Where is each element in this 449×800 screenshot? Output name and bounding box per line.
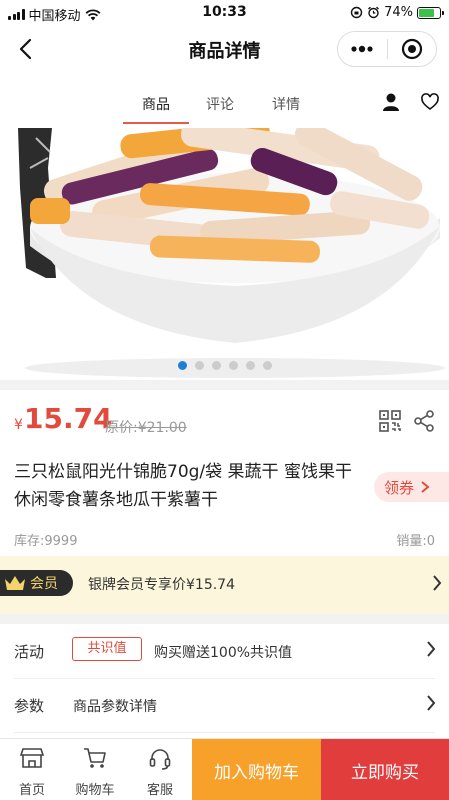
battery-percent: 74% xyxy=(384,5,413,20)
price-row: ¥ 15.74 原价:¥21.00 xyxy=(0,400,449,444)
heart-icon[interactable] xyxy=(420,92,440,112)
member-badge: 会员 xyxy=(0,570,73,596)
section-divider xyxy=(0,380,449,390)
original-price: 原价:¥21.00 xyxy=(105,420,187,436)
member-price-banner[interactable]: 会员 银牌会员专享价¥15.74 xyxy=(0,556,449,614)
carousel-dots xyxy=(0,361,449,370)
carousel-dot[interactable] xyxy=(245,361,255,370)
home-label: 首页 xyxy=(18,783,45,798)
carousel-dot[interactable] xyxy=(211,361,221,370)
customer-service-button[interactable]: 客服 xyxy=(130,739,190,800)
buy-now-button[interactable]: 立即购买 xyxy=(321,739,449,800)
close-mini-program-button[interactable] xyxy=(388,32,437,66)
tab-details[interactable]: 详情 xyxy=(272,94,300,114)
carousel-dot[interactable] xyxy=(177,361,187,370)
cart-icon xyxy=(84,748,106,768)
coupon-button[interactable]: 领券 xyxy=(374,472,449,502)
carousel-dot[interactable] xyxy=(194,361,204,370)
status-right: 74% xyxy=(350,5,444,20)
params-value: 商品参数详情 xyxy=(73,699,157,715)
sales-count: 销量:0 xyxy=(396,534,435,549)
navigation-bar: 商品详情 xyxy=(0,26,449,72)
activity-row[interactable]: 活动 共识值 购买赠送100%共识值 xyxy=(0,624,449,678)
more-button[interactable] xyxy=(338,32,387,66)
alarm-icon xyxy=(368,6,380,19)
chevron-right-icon xyxy=(427,641,436,657)
cart-button[interactable]: 购物车 xyxy=(65,739,125,800)
product-image-carousel[interactable] xyxy=(0,128,449,380)
chevron-right-icon xyxy=(421,481,430,493)
more-dots-icon xyxy=(351,45,373,53)
stock-count: 库存:9999 xyxy=(14,534,78,549)
section-divider xyxy=(0,614,449,624)
carousel-dot[interactable] xyxy=(262,361,272,370)
params-row[interactable]: 参数 商品参数详情 xyxy=(0,678,449,732)
qr-code-icon[interactable] xyxy=(379,410,401,432)
share-icon[interactable] xyxy=(413,410,435,432)
activity-value: 购买赠送100%共识值 xyxy=(154,645,293,661)
tab-goods[interactable]: 商品 xyxy=(142,94,170,114)
headset-icon xyxy=(149,749,171,770)
carousel-dot[interactable] xyxy=(228,361,238,370)
status-bar: 中国移动 10:33 74% xyxy=(0,0,449,26)
price-value: 15.74 xyxy=(24,402,113,435)
target-close-icon xyxy=(401,38,422,60)
activity-label: 活动 xyxy=(14,643,45,661)
chevron-right-icon xyxy=(433,575,442,591)
member-price-text: 银牌会员专享价¥15.74 xyxy=(88,577,235,593)
product-image xyxy=(0,128,449,380)
params-label: 参数 xyxy=(14,697,45,715)
crown-icon xyxy=(5,576,25,590)
member-badge-label: 会员 xyxy=(30,576,58,592)
price-currency: ¥ xyxy=(14,417,23,433)
tab-active-indicator xyxy=(123,122,189,124)
home-button[interactable]: 首页 xyxy=(2,739,62,800)
add-to-cart-button[interactable]: 加入购物车 xyxy=(192,739,321,800)
bottom-action-bar: 首页 购物车 客服 加入购物车 立即购买 xyxy=(0,738,449,800)
chevron-right-icon xyxy=(427,695,436,711)
coupon-label: 领券 xyxy=(384,478,415,497)
battery-icon xyxy=(417,6,444,19)
consensus-tag: 共识值 xyxy=(72,637,142,661)
tab-reviews[interactable]: 评论 xyxy=(206,94,234,114)
orientation-lock-icon xyxy=(350,6,363,19)
mini-program-capsule xyxy=(337,31,437,67)
tab-bar: 商品 评论 详情 xyxy=(0,86,449,126)
user-icon[interactable] xyxy=(381,92,401,112)
row-divider xyxy=(14,732,435,733)
cart-label: 购物车 xyxy=(75,783,115,798)
service-label: 客服 xyxy=(146,783,173,798)
battery-fill xyxy=(419,8,434,17)
store-icon xyxy=(20,748,44,768)
product-name: 三只松鼠阳光什锦脆70g/袋 果蔬干 蜜饯果干休闲零食薯条地瓜干紫薯干 xyxy=(14,462,352,510)
